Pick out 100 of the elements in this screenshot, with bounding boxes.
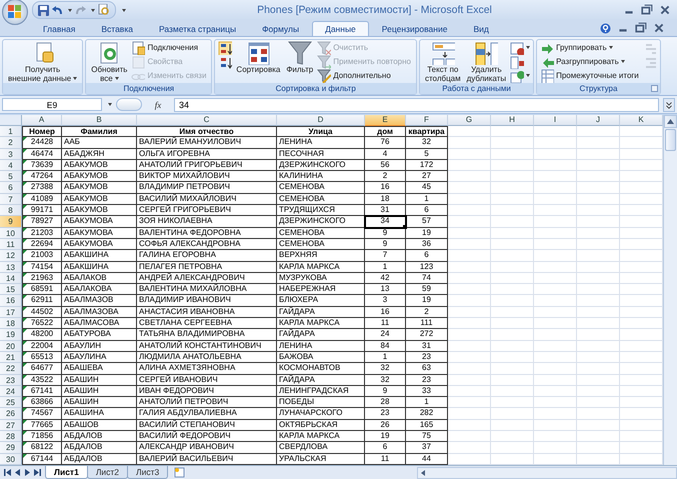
row-number[interactable]: 12: [0, 250, 22, 262]
ribbon-button[interactable]: Обновить все: [89, 41, 130, 83]
table-cell: 2: [406, 306, 448, 318]
row-number[interactable]: 11: [0, 238, 22, 250]
row-number[interactable]: 5: [0, 171, 22, 182]
ribbon-button[interactable]: Сортировка: [234, 41, 282, 74]
column-letter[interactable]: D: [277, 115, 365, 126]
restore-button[interactable]: [635, 22, 647, 34]
row-number[interactable]: 1: [0, 126, 22, 138]
row-number[interactable]: 10: [0, 228, 22, 239]
restore-button[interactable]: [641, 4, 653, 16]
ribbon-tab[interactable]: Вставка: [88, 21, 146, 36]
close-button[interactable]: [653, 22, 665, 34]
ribbon-button[interactable]: [510, 41, 530, 54]
column-letter[interactable]: E: [365, 115, 406, 126]
row-number[interactable]: 2: [0, 137, 22, 149]
row-number[interactable]: 27: [0, 420, 22, 432]
row-number[interactable]: 18: [0, 318, 22, 330]
ribbon-button[interactable]: Разгруппировать: [540, 55, 641, 68]
table-cell: АЛИНА АХМЕТЗЯНОВНА: [137, 363, 277, 375]
row-number[interactable]: 4: [0, 160, 22, 172]
ribbon-button[interactable]: [218, 55, 232, 68]
column-letter[interactable]: A: [22, 115, 62, 126]
save-icon[interactable]: [38, 4, 49, 16]
row-number[interactable]: 25: [0, 397, 22, 408]
ribbon-button[interactable]: Текст по столбцам: [422, 41, 463, 83]
help-icon[interactable]: [600, 22, 611, 34]
caret-icon[interactable]: [68, 8, 72, 12]
column-letter[interactable]: C: [137, 115, 277, 126]
table-cell: АБАКУМОВ: [62, 205, 137, 216]
insert-function-button[interactable]: fx: [146, 100, 170, 110]
sheet-tab[interactable]: Лист1: [45, 466, 88, 479]
column-letter[interactable]: J: [577, 115, 620, 126]
row-number[interactable]: 21: [0, 352, 22, 364]
scroll-thumb[interactable]: [665, 129, 676, 151]
group-label: Работа с данными: [420, 83, 534, 94]
insert-sheet-icon[interactable]: [173, 467, 188, 478]
name-box[interactable]: E9: [2, 98, 102, 111]
empty-cell: [534, 431, 577, 442]
sheet-nav-button[interactable]: [34, 469, 41, 476]
row-number[interactable]: 9: [0, 216, 22, 228]
caret-icon[interactable]: [122, 8, 126, 12]
vertical-scrollbar[interactable]: [663, 115, 677, 465]
column-letter[interactable]: H: [491, 115, 534, 126]
print-preview-icon[interactable]: [98, 4, 110, 16]
office-button[interactable]: [2, 0, 28, 25]
row-number[interactable]: 16: [0, 295, 22, 307]
sheet-tab[interactable]: Лист2: [86, 466, 128, 479]
row-number[interactable]: 24: [0, 386, 22, 398]
sheet-nav-button[interactable]: [4, 469, 11, 476]
ribbon-tab[interactable]: Разметка страницы: [146, 21, 250, 36]
row-number[interactable]: 6: [0, 182, 22, 194]
column-letter[interactable]: F: [406, 115, 448, 126]
expand-icon[interactable]: [663, 98, 675, 112]
undo-icon[interactable]: [52, 5, 63, 15]
row-number[interactable]: 22: [0, 363, 22, 375]
row-number[interactable]: 23: [0, 374, 22, 386]
column-letter[interactable]: K: [620, 115, 663, 126]
empty-cell: [491, 148, 534, 160]
ribbon-tab[interactable]: Данные: [312, 21, 369, 36]
ribbon-button[interactable]: Группировать: [540, 41, 641, 54]
ribbon-button[interactable]: Фильтр: [284, 41, 316, 74]
caret-icon[interactable]: [91, 8, 95, 12]
row-number[interactable]: 13: [0, 262, 22, 273]
ribbon-tab[interactable]: Формулы: [249, 21, 312, 36]
row-number[interactable]: 28: [0, 431, 22, 442]
column-letter[interactable]: I: [534, 115, 577, 126]
ribbon-button[interactable]: [218, 41, 232, 54]
sheet-tab[interactable]: Лист3: [127, 466, 168, 479]
table-cell: ВАЛЕРИЙ ЕМАНУИЛОВИЧ: [137, 137, 277, 149]
table-cell: ДЗЕРЖИНСКОГО: [277, 216, 365, 228]
scroll-up-icon[interactable]: [667, 119, 674, 124]
row-number[interactable]: 3: [0, 148, 22, 160]
ribbon-tab[interactable]: Вид: [460, 21, 502, 36]
row-number[interactable]: 26: [0, 408, 22, 420]
column-letter[interactable]: G: [448, 115, 491, 126]
row-number[interactable]: 7: [0, 194, 22, 206]
row-number[interactable]: 15: [0, 284, 22, 296]
reapply-filter-icon: [317, 54, 332, 68]
row-number[interactable]: 30: [0, 454, 22, 465]
row-number[interactable]: 20: [0, 340, 22, 352]
ribbon-tab[interactable]: Главная: [30, 21, 88, 36]
close-button[interactable]: [659, 4, 671, 16]
ribbon-button[interactable]: Подключения: [131, 41, 208, 54]
ribbon-button[interactable]: Удалить дубликаты: [464, 41, 508, 83]
horizontal-scrollbar[interactable]: [417, 466, 677, 479]
row-number[interactable]: 14: [0, 272, 22, 284]
row-number[interactable]: 19: [0, 329, 22, 341]
ribbon-button[interactable]: Дополнительно: [317, 69, 413, 82]
table-cell: 21963: [22, 272, 62, 284]
caret-icon[interactable]: [108, 103, 112, 106]
formula-input[interactable]: 34: [174, 98, 659, 112]
column-letter[interactable]: B: [62, 115, 137, 126]
row-number[interactable]: 17: [0, 306, 22, 318]
row-number[interactable]: 8: [0, 205, 22, 216]
error-marker-icon: [23, 329, 27, 334]
ribbon-tab[interactable]: Рецензирование: [368, 21, 460, 36]
row-number[interactable]: 29: [0, 442, 22, 454]
table-cell: 9: [365, 228, 406, 239]
empty-cell: [491, 272, 534, 284]
